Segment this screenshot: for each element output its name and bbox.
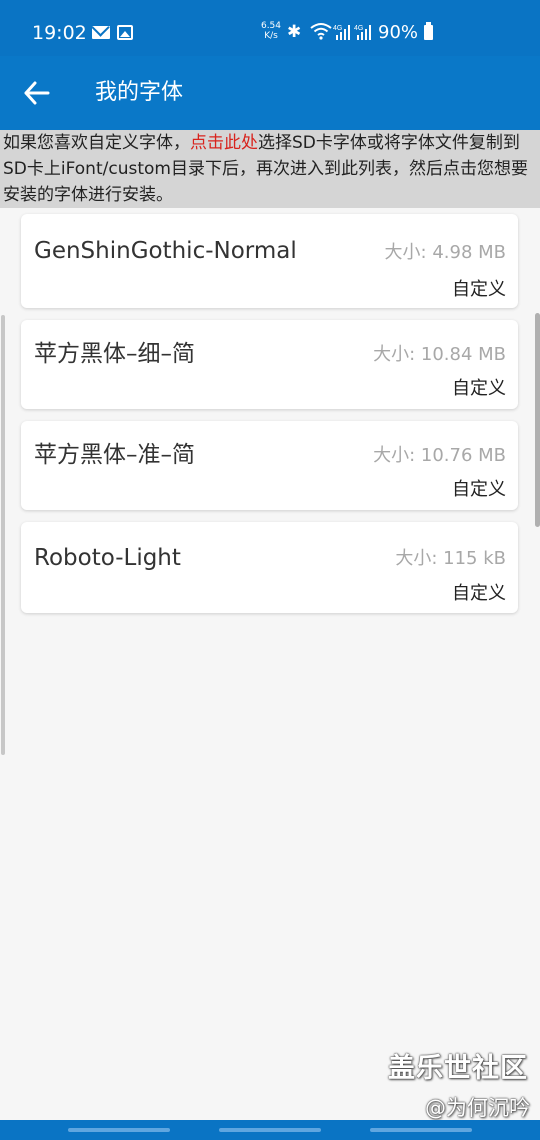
page-title: 我的字体 bbox=[95, 80, 184, 105]
gallery-icon bbox=[117, 25, 133, 40]
font-card[interactable]: GenShinGothic-Normal 大小: 4.98 MB 自定义 bbox=[21, 214, 518, 308]
font-type: 自定义 bbox=[452, 279, 506, 300]
wifi-icon bbox=[310, 23, 332, 40]
custom-font-notice: 如果您喜欢自定义字体，点击此处选择SD卡字体或将字体文件复制到SD卡上iFont… bbox=[0, 130, 540, 208]
font-size: 大小: 10.84 MB bbox=[373, 344, 506, 365]
font-name: 苹方黑体–细–简 bbox=[34, 341, 195, 367]
battery-percent: 90% bbox=[378, 22, 419, 43]
status-bar: 19:02 6.54 K/s ✱ 4G 4G 90% bbox=[0, 0, 540, 56]
network-speed: 6.54 K/s bbox=[258, 21, 284, 41]
font-card[interactable]: 苹方黑体–细–简 大小: 10.84 MB 自定义 bbox=[21, 320, 518, 409]
font-name: GenShinGothic-Normal bbox=[34, 238, 297, 264]
scroll-indicator-left bbox=[1, 315, 5, 755]
scrollbar[interactable] bbox=[535, 313, 540, 527]
arrow-left-icon[interactable] bbox=[22, 75, 52, 111]
bluetooth-icon: ✱ bbox=[287, 22, 302, 42]
signal-4g-icon: 4G bbox=[333, 25, 350, 40]
watermark-author: @为何沉吟 bbox=[425, 1096, 530, 1120]
navigation-bar bbox=[0, 1120, 540, 1140]
font-name: Roboto-Light bbox=[34, 545, 181, 571]
status-time: 19:02 bbox=[32, 22, 87, 44]
nav-back-button[interactable] bbox=[370, 1128, 472, 1132]
network-speed-unit: K/s bbox=[264, 31, 278, 41]
notice-text-before: 如果您喜欢自定义字体， bbox=[3, 133, 190, 153]
font-type: 自定义 bbox=[452, 378, 506, 399]
font-type: 自定义 bbox=[452, 583, 506, 604]
font-size: 大小: 115 kB bbox=[395, 548, 506, 569]
font-card[interactable]: 苹方黑体–准–简 大小: 10.76 MB 自定义 bbox=[21, 421, 518, 510]
font-name: 苹方黑体–准–简 bbox=[34, 442, 195, 468]
select-font-link[interactable]: 点击此处 bbox=[190, 133, 258, 153]
svg-text:4G: 4G bbox=[333, 25, 342, 32]
font-type: 自定义 bbox=[452, 479, 506, 500]
network-speed-value: 6.54 bbox=[260, 21, 282, 31]
svg-text:4G: 4G bbox=[354, 25, 363, 32]
nav-recents-button[interactable] bbox=[68, 1128, 170, 1132]
battery-icon bbox=[424, 22, 433, 40]
font-size: 大小: 4.98 MB bbox=[384, 242, 506, 263]
signal-4g-icon: 4G bbox=[354, 25, 371, 40]
mail-icon bbox=[92, 26, 110, 39]
watermark-community: 盖乐世社区 bbox=[388, 1053, 528, 1084]
app-bar: 我的字体 bbox=[0, 56, 540, 130]
font-card[interactable]: Roboto-Light 大小: 115 kB 自定义 bbox=[21, 522, 518, 613]
nav-home-button[interactable] bbox=[219, 1128, 321, 1132]
font-size: 大小: 10.76 MB bbox=[373, 445, 506, 466]
